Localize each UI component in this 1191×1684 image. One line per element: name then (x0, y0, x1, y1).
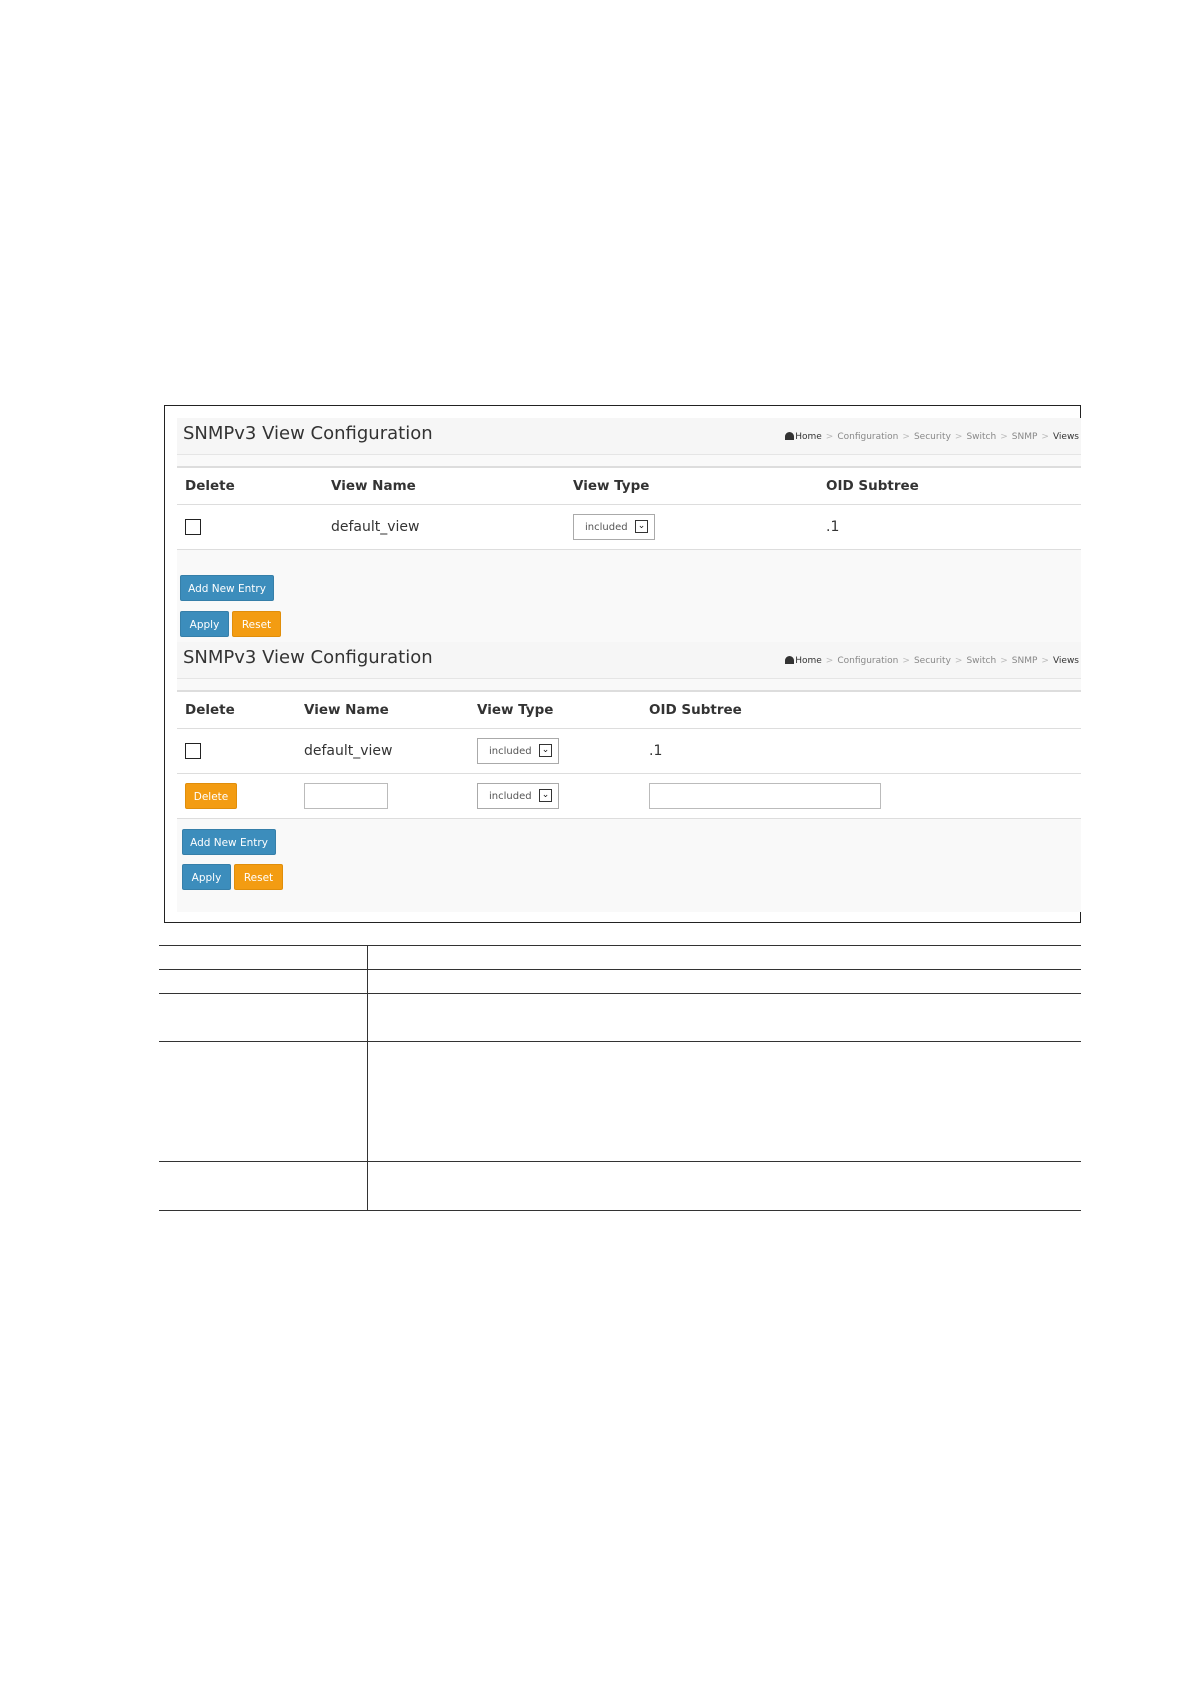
table-row: default_view included ⌄ .1 (177, 728, 1081, 774)
col-delete: Delete (177, 466, 323, 505)
checkbox-unchecked-icon[interactable] (185, 743, 201, 759)
breadcrumb-snmp[interactable]: SNMP (1012, 432, 1038, 442)
breadcrumb-home[interactable]: Home (795, 432, 822, 442)
page-title: SNMPv3 View Configuration (183, 647, 433, 668)
checkbox-unchecked-icon[interactable] (185, 519, 201, 535)
views-table: Delete View Name View Type OID Subtree d… (177, 466, 1081, 550)
breadcrumb-configuration[interactable]: Configuration (837, 432, 898, 442)
col-oid-subtree: OID Subtree (818, 466, 1081, 505)
col-oid-subtree: OID Subtree (641, 690, 1081, 729)
view-type-value: included (585, 522, 628, 533)
breadcrumb-switch[interactable]: Switch (966, 432, 996, 442)
view-config-panel-2: SNMPv3 View Configuration Home > Configura… (177, 642, 1081, 912)
view-type-value: included (489, 791, 532, 802)
breadcrumb-configuration[interactable]: Configuration (837, 656, 898, 666)
home-icon (785, 656, 795, 664)
chevron-down-icon: ⌄ (539, 789, 552, 802)
view-name-input[interactable] (304, 783, 388, 809)
view-type-value: included (489, 746, 532, 757)
oid-subtree-input[interactable] (649, 783, 881, 809)
view-name-cell: default_view (323, 504, 565, 550)
table-row (159, 969, 1081, 994)
view-type-select[interactable]: included ⌄ (573, 514, 655, 540)
page-title: SNMPv3 View Configuration (183, 423, 433, 444)
chevron-down-icon: ⌄ (635, 520, 648, 533)
table-header-row: Delete View Name View Type OID Subtree (177, 690, 1081, 729)
table-row (159, 1041, 1081, 1162)
oid-subtree-cell: .1 (641, 728, 1081, 774)
col-delete: Delete (177, 690, 296, 729)
breadcrumb-security[interactable]: Security (914, 432, 951, 442)
col-view-type: View Type (565, 466, 818, 505)
view-type-select[interactable]: included ⌄ (477, 783, 559, 809)
chevron-down-icon: ⌄ (539, 744, 552, 757)
table-row (159, 1161, 1081, 1211)
breadcrumb: Home > Configuration > Security > Switch > SNMP >… (785, 432, 1079, 442)
panel-header: SNMPv3 View Configuration Home > Configura… (177, 418, 1081, 455)
apply-button[interactable]: Apply (182, 864, 231, 890)
breadcrumb-security[interactable]: Security (914, 656, 951, 666)
col-view-name: View Name (323, 466, 565, 505)
table-row (159, 945, 1081, 970)
screenshot-frame: SNMPv3 View Configuration Home > Configura… (164, 405, 1081, 923)
view-name-cell: default_view (296, 728, 469, 774)
reset-button[interactable]: Reset (234, 864, 283, 890)
panel-header: SNMPv3 View Configuration Home > Configura… (177, 642, 1081, 679)
breadcrumb-home[interactable]: Home (795, 656, 822, 666)
breadcrumb-views: Views (1052, 432, 1079, 442)
table-row: default_view included ⌄ .1 (177, 504, 1081, 550)
new-entry-row: Delete included ⌄ (177, 773, 1081, 819)
parameter-description-table (159, 945, 1081, 1211)
breadcrumb-views: Views (1052, 656, 1079, 666)
col-view-name: View Name (296, 690, 469, 729)
views-table: Delete View Name View Type OID Subtree d… (177, 690, 1081, 819)
col-view-type: View Type (469, 690, 641, 729)
breadcrumb-switch[interactable]: Switch (966, 656, 996, 666)
home-icon (785, 432, 795, 440)
table-row (159, 993, 1081, 1042)
apply-button[interactable]: Apply (180, 611, 229, 637)
delete-entry-button[interactable]: Delete (185, 783, 237, 809)
add-new-entry-button[interactable]: Add New Entry (182, 829, 276, 855)
oid-subtree-cell: .1 (818, 504, 1081, 550)
view-type-select[interactable]: included ⌄ (477, 738, 559, 764)
table-header-row: Delete View Name View Type OID Subtree (177, 466, 1081, 505)
breadcrumb: Home > Configuration > Security > Switch > SNMP >… (785, 656, 1079, 666)
reset-button[interactable]: Reset (232, 611, 281, 637)
add-new-entry-button[interactable]: Add New Entry (180, 575, 274, 601)
view-config-panel-1: SNMPv3 View Configuration Home > Configura… (177, 418, 1081, 652)
breadcrumb-snmp[interactable]: SNMP (1012, 656, 1038, 666)
